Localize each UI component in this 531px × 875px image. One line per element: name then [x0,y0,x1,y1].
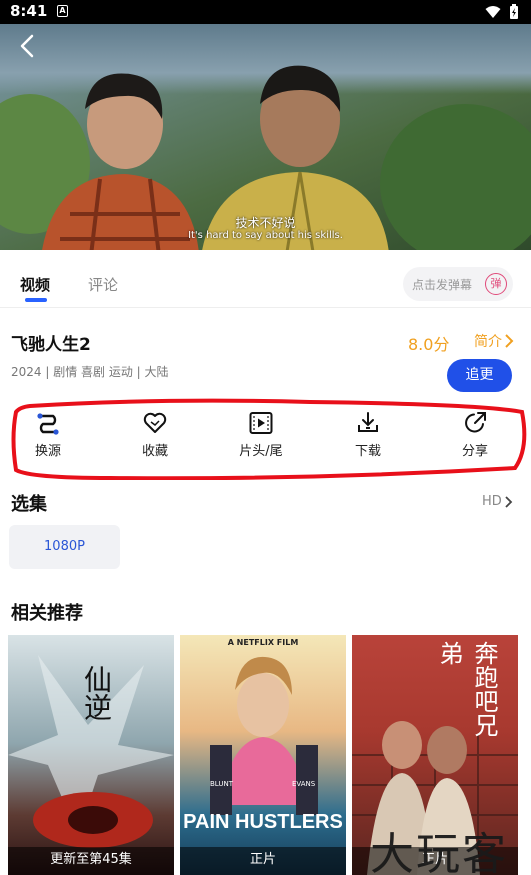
watermark: 大玩客 [370,829,508,875]
related-title: 相关推荐 [11,603,83,624]
related-poster[interactable]: 仙逆 更新至第45集 [8,635,174,875]
tab-comments[interactable]: 评论 [88,274,118,295]
poster-caption: 更新至第45集 [50,852,132,867]
movie-score: 8.0分 [408,335,450,354]
episode-item[interactable]: 1080P [9,525,120,569]
quality-label: HD [482,494,502,509]
follow-button[interactable]: 追更 [447,359,512,392]
chevron-right-icon [505,495,513,508]
movie-meta: 2024 | 剧情 喜剧 运动 | 大陆 [11,365,169,379]
video-player[interactable]: 技术不好说 It's hard to say about his skills. [0,24,531,250]
intro-label: 简介 [474,334,502,350]
status-bar: 8:41 A [0,0,531,24]
tab-active-indicator [25,298,47,302]
poster-title: 仙逆 [80,665,113,721]
episodes-title: 选集 [11,494,47,515]
red-highlight-annotation [11,398,527,480]
status-time: 8:41 [10,2,48,20]
poster-art [210,656,318,815]
related-poster[interactable]: A NETFLIX FILM BLUNT EVANS PAIN HUSTLERS… [180,635,346,875]
chevron-right-icon [505,334,514,348]
tab-bar: 视频 评论 点击发弹幕 弹 [0,258,531,308]
subtitle-chinese: 技术不好说 [235,216,296,230]
poster-cast-1: BLUNT [210,780,233,788]
poster-title: PAIN HUSTLERS [183,811,343,833]
tab-video[interactable]: 视频 [20,274,50,295]
danmu-input-button[interactable]: 点击发弹幕 弹 [403,267,513,301]
intro-link[interactable]: 简介 [474,331,514,351]
poster-title: 奔跑吧兄弟 [435,641,498,737]
status-icons [485,4,519,20]
notification-icon: A [57,5,68,17]
quality-selector[interactable]: HD [482,494,513,509]
battery-icon [510,4,518,19]
danmu-placeholder: 点击发弹幕 [412,278,473,292]
poster-caption: 正片 [249,852,276,867]
danmu-icon[interactable]: 弹 [485,273,507,295]
movie-title: 飞驰人生2 [11,335,91,355]
wifi-icon [485,6,501,18]
subtitle-english: It's hard to say about his skills. [188,230,343,241]
poster-cast-2: EVANS [292,780,316,788]
poster-top-text: A NETFLIX FILM [227,638,299,647]
back-arrow-icon[interactable] [14,32,42,60]
